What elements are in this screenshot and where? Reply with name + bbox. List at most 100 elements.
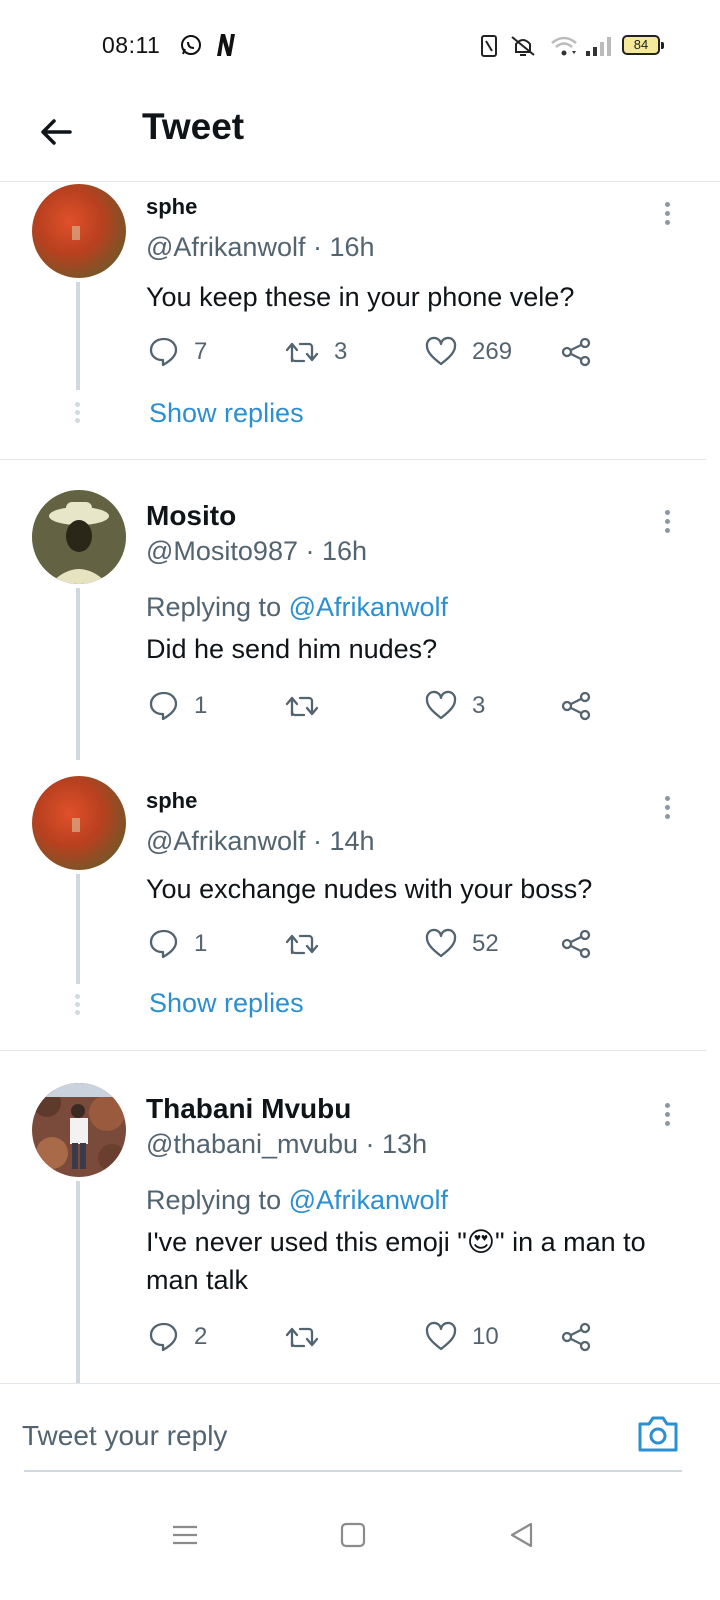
heart-icon [425, 336, 457, 366]
like-count: 3 [472, 692, 486, 719]
avatar[interactable] [32, 184, 126, 278]
tweet-1[interactable]: sphe @Afrikanwolf · 16h You keep these i… [0, 182, 720, 460]
thread-line [76, 874, 80, 984]
reply-count: 1 [194, 930, 208, 957]
tweet-actions: 1 52 [146, 924, 606, 964]
heart-icon [425, 1321, 457, 1351]
tweet-text: I've never used this emoji "😍" in a man … [146, 1227, 646, 1295]
show-replies-link[interactable]: Show replies [149, 398, 304, 429]
retweet-button[interactable] [284, 1317, 334, 1357]
show-replies-link[interactable]: Show replies [149, 988, 304, 1019]
reply-button[interactable]: 1 [148, 924, 207, 964]
avatar[interactable] [32, 490, 126, 584]
like-button[interactable]: 3 [424, 686, 485, 726]
retweet-button[interactable] [284, 924, 334, 964]
reply-count: 7 [194, 338, 208, 365]
tweet-2[interactable]: Mosito @Mosito987 · 16h Replying to @Afr… [0, 460, 720, 760]
tweet-4[interactable]: Thabani Mvubu @thabani_mvubu · 13h Reply… [0, 1051, 720, 1383]
thread-dots [75, 994, 81, 1018]
status-bar: 08:11 84 [0, 0, 720, 90]
wifi-icon [550, 34, 578, 58]
reply-icon [149, 1322, 178, 1352]
share-icon [561, 929, 591, 959]
home-square-icon [340, 1522, 366, 1548]
share-icon [561, 337, 591, 367]
tweet-actions: 7 3 269 [146, 332, 606, 372]
mute-icon [508, 34, 538, 58]
reply-icon [149, 929, 178, 959]
replying-to: Replying to @Afrikanwolf [146, 1185, 448, 1216]
reply-count: 2 [194, 1323, 208, 1350]
tweet-text: Did he send him nudes? [146, 634, 438, 664]
share-button[interactable] [560, 332, 594, 372]
heart-icon [425, 928, 457, 958]
tweet-author-name[interactable]: sphe [146, 194, 197, 220]
reply-icon [149, 691, 178, 721]
reply-button[interactable]: 2 [148, 1317, 207, 1357]
tweet-3[interactable]: sphe @Afrikanwolf · 14h You exchange nud… [0, 770, 720, 1050]
home-button[interactable] [328, 1510, 378, 1560]
retweet-button[interactable]: 3 [284, 332, 347, 372]
like-button[interactable]: 52 [424, 924, 499, 964]
tweet-handle-time: @Mosito987 · 16h [146, 536, 368, 566]
share-button[interactable] [560, 1317, 594, 1357]
tweet-handle-time: @thabani_mvubu · 13h [146, 1129, 428, 1159]
reply-icon [149, 337, 178, 367]
replying-prefix: Replying to [146, 1185, 289, 1215]
like-button[interactable]: 10 [424, 1317, 499, 1357]
like-count: 269 [472, 338, 513, 365]
recent-apps-button[interactable] [160, 1510, 210, 1560]
signal-icon [584, 34, 614, 58]
menu-icon [173, 1525, 197, 1545]
back-button[interactable] [32, 108, 80, 156]
share-icon [561, 1322, 591, 1352]
tweet-text: You keep these in your phone vele? [146, 282, 575, 312]
tweet-reply-input[interactable] [22, 1414, 622, 1458]
retweet-count: 3 [334, 338, 348, 365]
like-count: 10 [472, 1323, 499, 1350]
tweet-author-name[interactable]: Thabani Mvubu [146, 1093, 351, 1125]
more-options-button[interactable] [660, 202, 674, 232]
more-options-button[interactable] [660, 796, 674, 826]
thread-line [76, 282, 80, 390]
tweet-text: You exchange nudes with your boss? [146, 874, 593, 904]
notification-n-icon [213, 32, 239, 58]
reply-button[interactable]: 7 [148, 332, 207, 372]
retweet-button[interactable] [284, 686, 334, 726]
thread-line [76, 1181, 80, 1383]
thread-dots [75, 402, 81, 426]
share-button[interactable] [560, 924, 594, 964]
reply-input-underline [24, 1470, 682, 1472]
heart-icon [425, 690, 457, 720]
tweet-author-name[interactable]: sphe [146, 788, 197, 814]
battery-icon: 84 [622, 35, 664, 55]
top-app-bar: Tweet [0, 90, 720, 182]
like-button[interactable]: 269 [424, 332, 512, 372]
thread-line [76, 588, 80, 760]
back-triangle-icon [510, 1522, 533, 1548]
retweet-icon [285, 934, 319, 955]
tweet-actions: 1 3 [146, 686, 606, 726]
avatar[interactable] [32, 1083, 126, 1177]
status-time: 08:11 [102, 32, 161, 58]
camera-button[interactable] [636, 1414, 680, 1454]
replying-to-mention[interactable]: @Afrikanwolf [289, 592, 448, 622]
replying-to-mention[interactable]: @Afrikanwolf [289, 1185, 448, 1215]
replying-prefix: Replying to [146, 592, 289, 622]
more-options-button[interactable] [660, 1103, 674, 1133]
tweet-handle-time: @Afrikanwolf · 14h [146, 826, 375, 856]
system-back-button[interactable] [496, 1510, 546, 1560]
reply-button[interactable]: 1 [148, 686, 207, 726]
share-button[interactable] [560, 686, 594, 726]
more-options-button[interactable] [660, 510, 674, 540]
whatsapp-icon [180, 34, 202, 56]
avatar[interactable] [32, 776, 126, 870]
tweet-actions: 2 10 [146, 1317, 606, 1357]
system-navigation-bar [0, 1490, 720, 1600]
share-icon [561, 691, 591, 721]
replying-to: Replying to @Afrikanwolf [146, 592, 448, 623]
nfc-icon [480, 34, 498, 58]
tweet-author-name[interactable]: Mosito [146, 500, 236, 532]
reply-composer [0, 1383, 720, 1483]
retweet-icon [285, 342, 319, 363]
